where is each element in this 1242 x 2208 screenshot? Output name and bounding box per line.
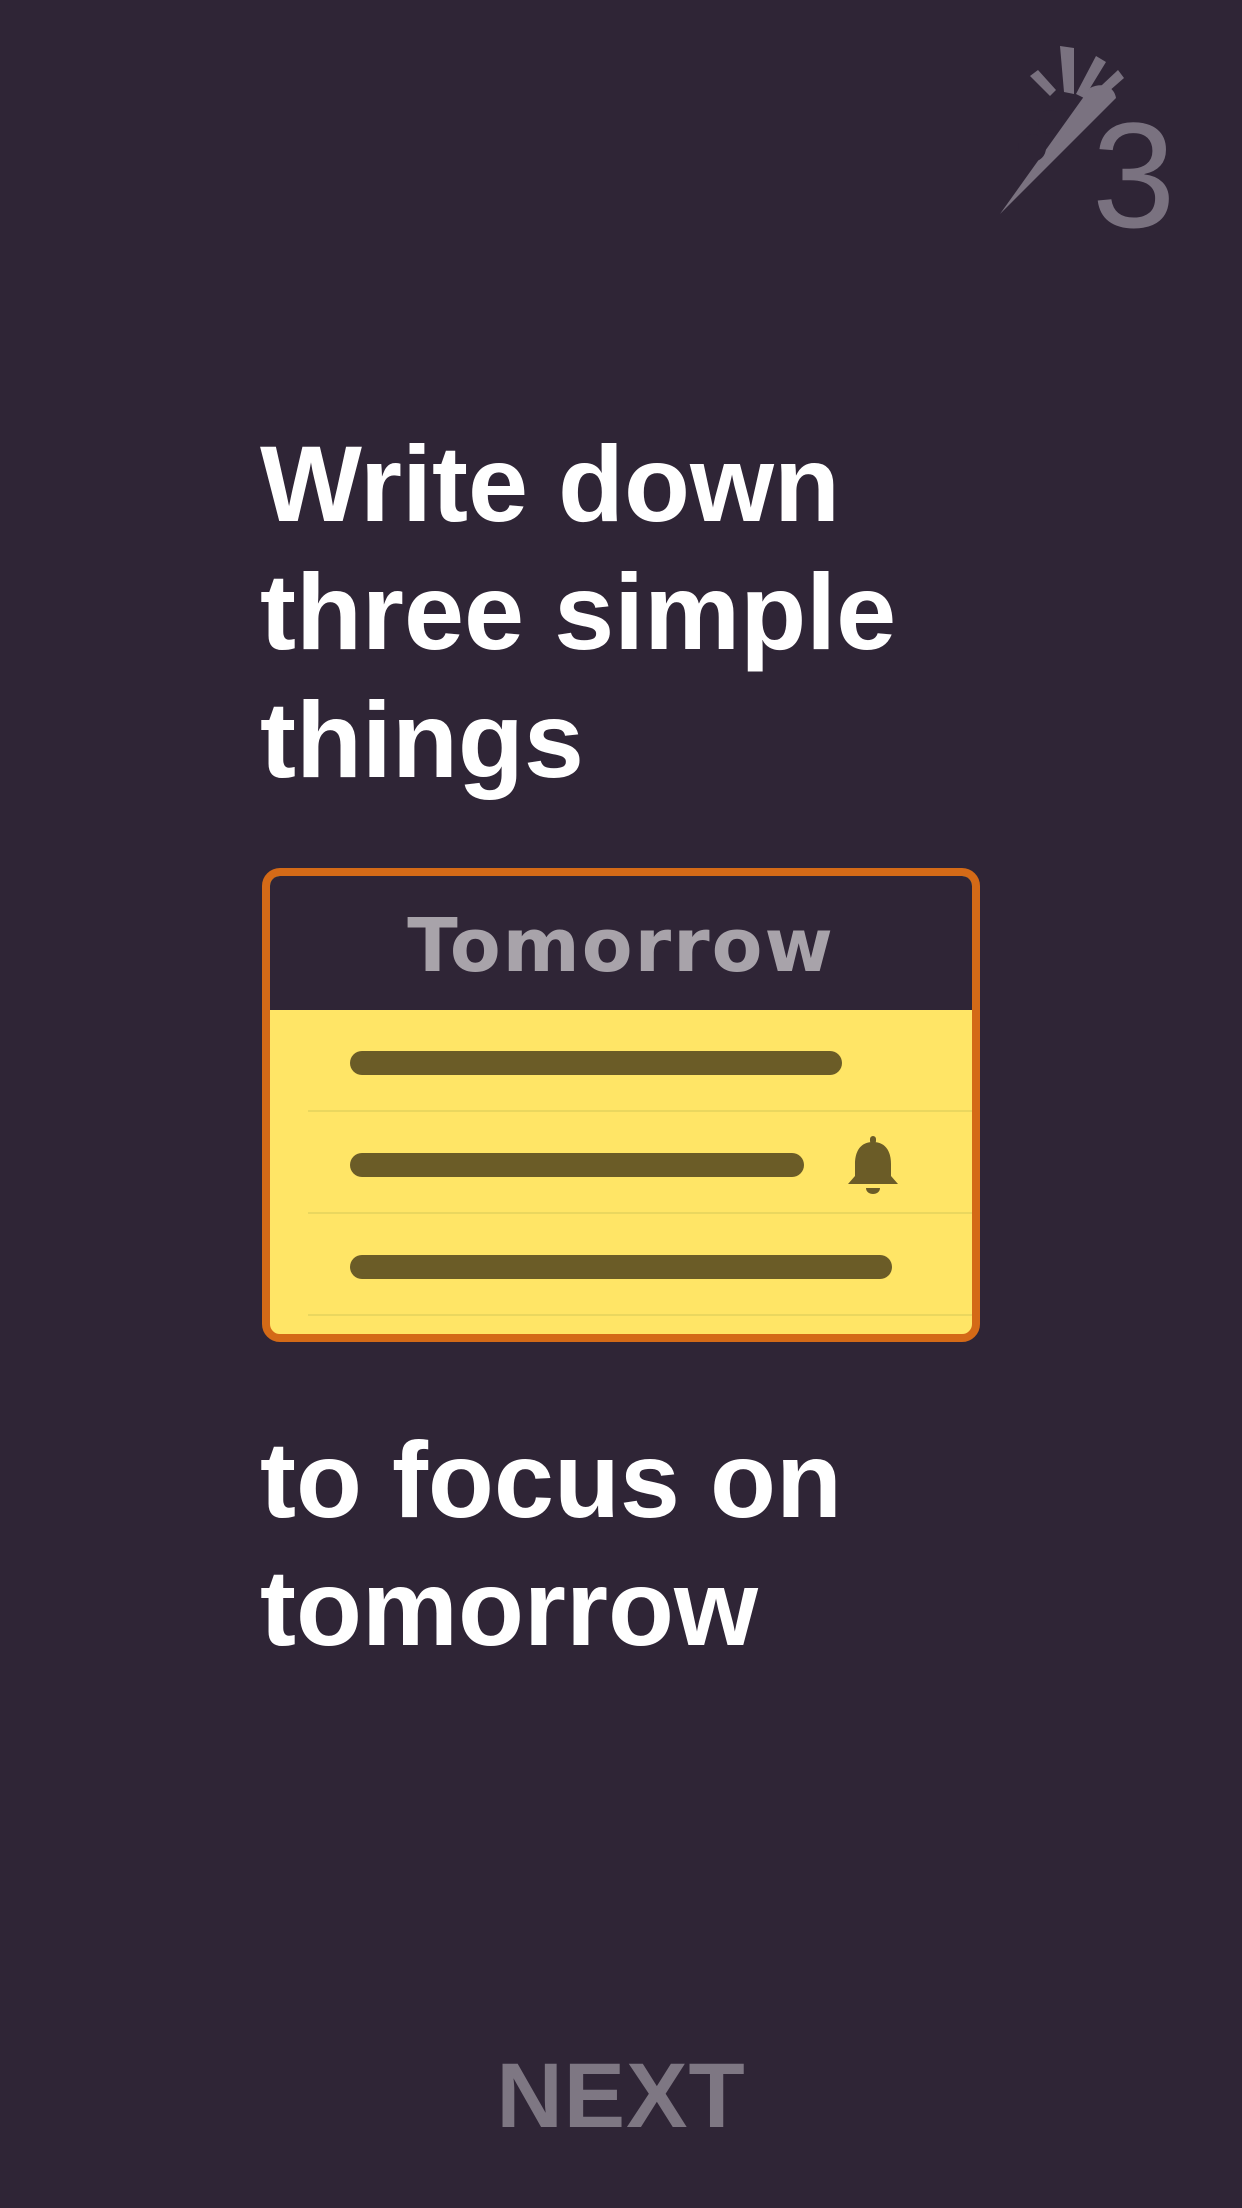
placeholder-line bbox=[350, 1153, 804, 1177]
placeholder-line bbox=[350, 1255, 892, 1279]
bell-icon bbox=[848, 1136, 898, 1194]
logo-digit: 3 bbox=[1092, 91, 1176, 259]
headline-bottom-line-2: tomorrow bbox=[260, 1547, 758, 1668]
tomorrow-list-illustration: Tomorrow bbox=[262, 868, 980, 1342]
headline-bottom-line-1: to focus on bbox=[260, 1419, 842, 1540]
list-item bbox=[308, 1010, 972, 1112]
card-header: Tomorrow bbox=[270, 876, 972, 1010]
headline-top-line-2: three simple bbox=[260, 551, 897, 672]
headline-top-line-3: things bbox=[260, 679, 584, 800]
placeholder-line bbox=[350, 1051, 842, 1075]
list-item bbox=[308, 1214, 972, 1316]
card-title: Tomorrow bbox=[407, 903, 835, 989]
headline-top: Write down three simple things bbox=[260, 420, 1020, 804]
list-item bbox=[308, 1112, 972, 1214]
headline-bottom: to focus on tomorrow bbox=[260, 1416, 1020, 1672]
headline-top-line-1: Write down bbox=[260, 423, 840, 544]
next-button[interactable]: NEXT bbox=[0, 2046, 1242, 2146]
